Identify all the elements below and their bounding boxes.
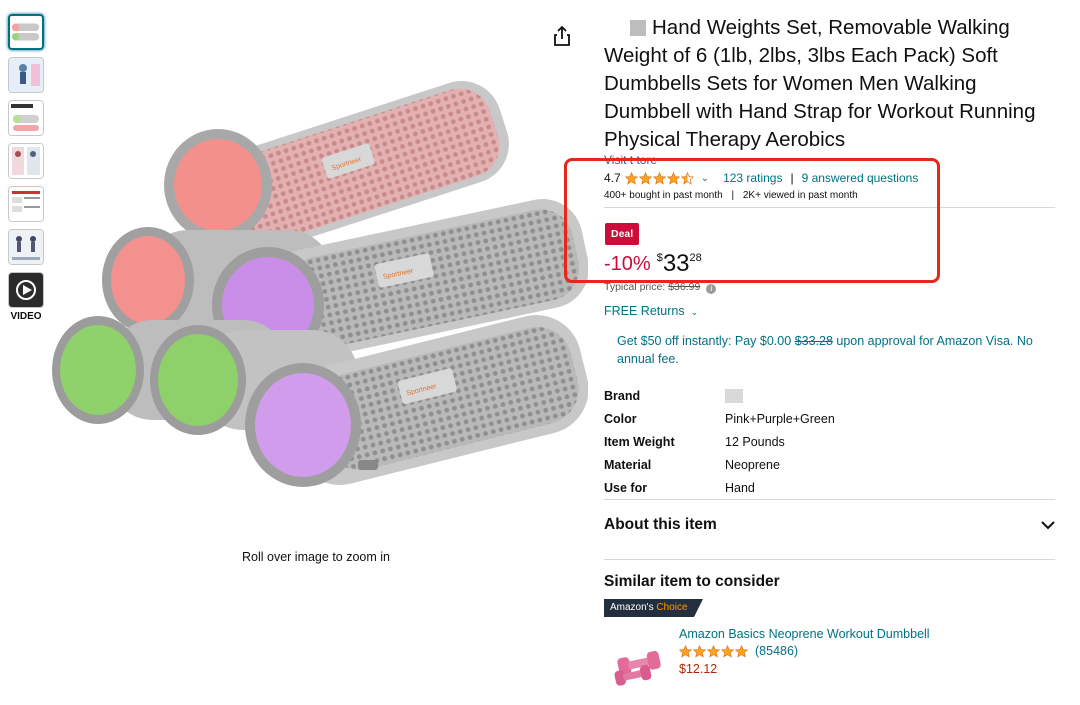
thumbnail-strip: VIDEO	[8, 14, 46, 322]
typical-price: Typical price: $36.99 i	[604, 281, 717, 294]
chevron-down-icon[interactable]: ⌄	[701, 173, 709, 184]
price-whole: 33	[662, 250, 690, 277]
visit-store-link[interactable]: Visit t tore	[604, 153, 657, 169]
info-icon[interactable]: i	[706, 284, 717, 294]
chevron-down-icon	[1041, 521, 1055, 530]
thumbnail-video[interactable]	[8, 272, 44, 308]
rating-value: 4.7	[604, 171, 621, 185]
thumbnail-2[interactable]	[8, 57, 44, 93]
spec-value: Neoprene	[725, 457, 780, 472]
visa-promo[interactable]: Get $50 off instantly: Pay $0.00 $33.28 …	[617, 332, 1047, 368]
amazons-choice-badge: Amazon's Choice	[604, 599, 703, 617]
free-returns-label: FREE Returns	[604, 304, 685, 318]
video-label: VIDEO	[10, 311, 42, 322]
spec-key: Item Weight	[604, 434, 675, 449]
product-specs: Brand Color Pink+Purple+Green Item Weigh…	[604, 384, 835, 499]
price-row: -10% $ 33 28	[604, 251, 702, 277]
price-fraction: 28	[689, 252, 702, 264]
typical-price-value: $36.99	[668, 281, 701, 293]
ratings-count-link[interactable]: 123 ratings	[723, 171, 782, 185]
spec-key: Color	[604, 411, 637, 426]
answered-questions-link[interactable]: 9 answered questions	[802, 171, 919, 185]
star-icon	[693, 644, 706, 658]
chevron-down-icon: ⌄	[690, 307, 699, 317]
spec-key: Brand	[604, 388, 641, 403]
discount-percent: -10%	[604, 253, 651, 275]
zoom-hint: Roll over image to zoom in	[242, 550, 390, 564]
product-title: Hand Weights Set, Removable Walking Weig…	[604, 16, 1036, 151]
divider	[604, 207, 1055, 208]
star-icon	[680, 171, 694, 185]
promo-prefix: Get $50 off instantly: Pay $0.00	[617, 334, 792, 348]
star-rating[interactable]	[624, 171, 695, 185]
social-proof: 400+ bought in past month | 2K+ viewed i…	[604, 190, 858, 201]
thumbnail-5[interactable]	[8, 186, 44, 222]
spec-row: Use for Hand	[604, 476, 835, 499]
star-icon	[707, 644, 720, 658]
redacted-brand	[630, 20, 646, 36]
divider	[604, 499, 1055, 500]
share-icon[interactable]	[552, 25, 572, 47]
badge-choice: Choice	[656, 602, 688, 613]
divider	[604, 559, 1055, 560]
main-product-image[interactable]: Sportneer Sportneer Sportneer	[48, 80, 588, 490]
star-icon	[624, 171, 638, 185]
badge-prefix: Amazon's	[610, 602, 654, 613]
similar-price: $12.12	[679, 662, 718, 676]
thumbnail-1[interactable]	[8, 14, 44, 50]
review-count: (85486)	[755, 644, 799, 658]
thumbnail-4[interactable]	[8, 143, 44, 179]
thumbnail-6[interactable]	[8, 229, 44, 265]
spec-key: Use for	[604, 480, 648, 495]
viewed-count: 2K+ viewed in past month	[742, 190, 858, 201]
spec-row: Material Neoprene	[604, 453, 835, 476]
spec-row: Brand	[604, 384, 835, 407]
star-icon	[721, 644, 734, 658]
spec-row: Item Weight 12 Pounds	[604, 430, 835, 453]
deal-badge: Deal	[605, 223, 640, 245]
spec-key: Material	[604, 457, 652, 472]
about-this-item-toggle[interactable]: About this item	[604, 516, 1055, 534]
star-icon	[652, 171, 666, 185]
similar-rating[interactable]: (85486)	[679, 644, 798, 658]
free-returns-link[interactable]: FREE Returns ⌄	[604, 304, 698, 318]
star-icon	[638, 171, 652, 185]
star-icon	[735, 644, 748, 658]
rating-row: 4.7 ⌄ 123 ratings | 9 answered questions	[604, 171, 918, 185]
promo-strike-price: $33.28	[794, 334, 833, 348]
star-icon	[679, 644, 692, 658]
similar-product-image[interactable]	[612, 640, 670, 686]
redacted-brand-value	[725, 388, 743, 403]
star-rating	[679, 644, 749, 658]
about-title: About this item	[604, 516, 717, 533]
typical-price-label: Typical price:	[604, 281, 666, 293]
star-icon	[666, 171, 680, 185]
spec-value: Pink+Purple+Green	[725, 411, 835, 426]
separator: |	[790, 171, 794, 185]
spec-value: Hand	[725, 480, 755, 495]
separator: |	[731, 190, 735, 201]
spec-value: 12 Pounds	[725, 434, 785, 449]
bought-count: 400+ bought in past month	[604, 190, 723, 201]
spec-row: Color Pink+Purple+Green	[604, 407, 835, 430]
similar-section-title: Similar item to consider	[604, 573, 780, 590]
thumbnail-3[interactable]	[8, 100, 44, 136]
similar-product-link[interactable]: Amazon Basics Neoprene Workout Dumbbell	[679, 627, 930, 641]
